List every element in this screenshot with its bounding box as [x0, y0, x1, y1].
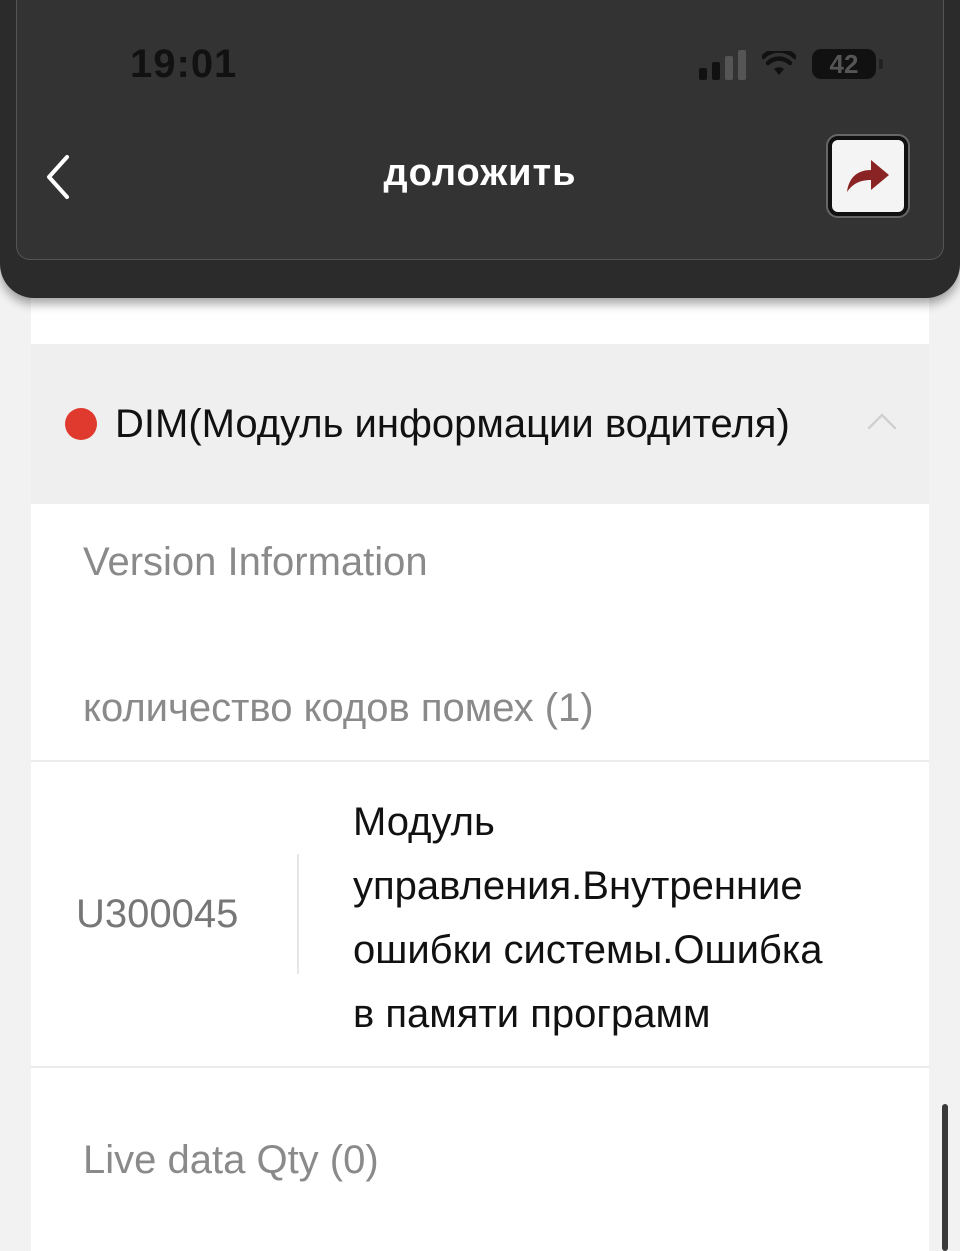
status-time: 19:01: [130, 42, 238, 86]
module-header[interactable]: DIM(Модуль информации водителя): [31, 344, 929, 504]
divider: [297, 854, 299, 974]
cellular-signal-icon: [699, 48, 746, 80]
dtc-description-line: управления.Внутренние: [353, 864, 803, 908]
dtc-count-label: количество кодов помех (1): [31, 650, 929, 762]
live-data-label[interactable]: Live data Qty (0): [31, 1068, 929, 1183]
dtc-code-text: U300045: [76, 891, 239, 936]
battery-icon: 42: [812, 49, 883, 79]
page-title: доложить: [383, 152, 577, 194]
report-content: DIM(Модуль информации водителя) Version …: [31, 298, 929, 1251]
dtc-description-line: ошибки системы.Ошибка: [353, 928, 823, 972]
top-app-bar: 19:01 42 доложить: [0, 0, 960, 298]
share-button[interactable]: [828, 136, 908, 216]
dtc-description: Модуль управления.Внутренние ошибки сист…: [299, 762, 929, 1066]
chevron-up-icon[interactable]: [867, 412, 897, 430]
top-app-bar-panel: [16, 0, 944, 260]
spacer: [31, 298, 929, 344]
dtc-description-line: в памяти программ: [353, 992, 711, 1036]
dtc-code: U300045: [31, 762, 299, 1066]
share-arrow-icon: [847, 160, 889, 192]
module-title: DIM(Модуль информации водителя): [115, 401, 790, 446]
status-dot: [65, 408, 97, 440]
wifi-icon: [762, 51, 796, 75]
status-icons: 42: [699, 46, 883, 82]
dtc-description-line: Модуль: [353, 800, 495, 844]
scrollbar[interactable]: [942, 1104, 948, 1251]
version-information-label[interactable]: Version Information: [31, 504, 929, 650]
dtc-row[interactable]: U300045 Модуль управления.Внутренние оши…: [31, 762, 929, 1068]
